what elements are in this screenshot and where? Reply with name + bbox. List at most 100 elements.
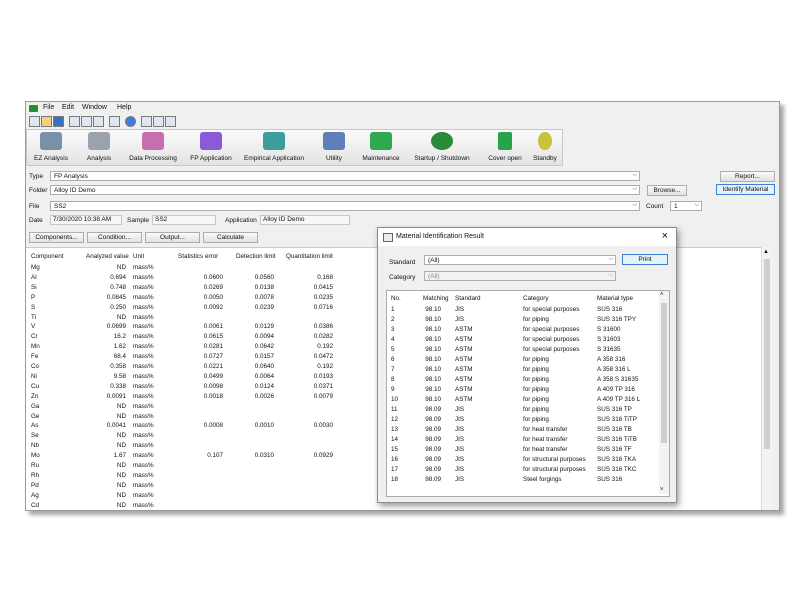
chevron-down-icon: ⌵ — [632, 186, 637, 192]
utility-label: Utility — [326, 155, 342, 162]
application-field: Alloy ID Demo — [260, 215, 350, 225]
table-cell: ND — [116, 481, 126, 489]
table-cell: 0.0615 — [203, 333, 223, 341]
table-cell: mass% — [133, 353, 154, 361]
cut-icon[interactable] — [69, 116, 80, 127]
table-cell: 0.0010 — [254, 422, 274, 430]
open-folder-icon[interactable] — [41, 116, 52, 127]
components-button[interactable]: Components... — [29, 232, 84, 243]
paste-icon[interactable] — [93, 116, 104, 127]
dialog-scrollbar[interactable]: ˄ ˅ — [659, 291, 669, 494]
list-cell: for piping — [523, 376, 549, 383]
vertical-scrollbar[interactable]: ▲ — [761, 247, 772, 510]
info-icon[interactable] — [125, 116, 136, 127]
table-cell: mass% — [133, 422, 154, 430]
output-button[interactable]: Output... — [145, 232, 200, 243]
list-cell: 6 — [391, 356, 395, 363]
dialog-scroll-thumb[interactable] — [661, 303, 667, 443]
cover-open-label: Cover open — [488, 155, 522, 162]
dialog-window-icon — [383, 233, 393, 242]
maintenance-label: Maintenance — [362, 155, 400, 162]
scroll-up-icon[interactable]: ˄ — [660, 292, 664, 298]
list-cell: SUS 316 TB — [597, 426, 632, 433]
print-icon[interactable] — [109, 116, 120, 127]
file-select[interactable]: SS2 ⌵ — [50, 201, 640, 211]
utility-button[interactable]: Utility — [314, 130, 354, 165]
startup-shutdown-button[interactable]: Startup / Shutdown — [410, 130, 474, 165]
ez-analysis-button[interactable]: EZ Analysis — [29, 130, 73, 165]
save-icon[interactable] — [53, 116, 64, 127]
analysis-button[interactable]: Analysis — [79, 130, 119, 165]
data-processing-label: Data Processing — [129, 155, 177, 162]
close-icon[interactable]: × — [662, 230, 668, 242]
table-cell: 0.0094 — [254, 333, 274, 341]
folder-select[interactable]: Alloy ID Demo ⌵ — [50, 185, 640, 195]
dialog-standard-select[interactable]: (All) ⌵ — [424, 255, 616, 265]
list-cell: JIS — [455, 316, 465, 323]
list-cell: 15 — [391, 446, 399, 453]
table-cell: Se — [31, 432, 39, 440]
cover-open-icon — [498, 132, 512, 150]
cover-open-button[interactable]: Cover open — [485, 130, 525, 165]
table-cell: Cr — [31, 333, 38, 341]
list-cell: for piping — [523, 316, 549, 323]
empirical-application-button[interactable]: Empirical Application — [241, 130, 307, 165]
print-button[interactable]: Print — [622, 254, 668, 265]
table-cell: 0.0415 — [313, 283, 333, 291]
list-cell: 98.10 — [425, 356, 441, 363]
menu-help[interactable]: Help — [117, 104, 131, 111]
identify-material-button[interactable]: Identify Material — [716, 184, 775, 195]
count-select[interactable]: 1 ⌵ — [670, 201, 702, 211]
window-tile-icon[interactable] — [153, 116, 164, 127]
sample-label: Sample — [127, 217, 150, 224]
report-button[interactable]: Report... — [720, 171, 775, 182]
table-cell: V — [31, 323, 36, 331]
window-cascade-icon[interactable] — [141, 116, 152, 127]
scroll-down-icon[interactable]: ˅ — [660, 487, 664, 493]
table-cell: 1.62 — [113, 343, 126, 351]
data-processing-icon — [142, 132, 164, 150]
scroll-thumb[interactable] — [764, 259, 770, 449]
list-cell: 98.09 — [425, 436, 441, 443]
col-material-type: Material type — [597, 295, 634, 302]
copy-icon[interactable] — [81, 116, 92, 127]
table-cell: 1.67 — [113, 452, 126, 460]
list-cell: S 31600 — [597, 326, 621, 333]
table-cell: mass% — [133, 501, 154, 509]
menu-edit[interactable]: Edit — [62, 104, 74, 111]
table-cell: 0.0281 — [203, 343, 223, 351]
window-list-icon[interactable] — [165, 116, 176, 127]
maintenance-button[interactable]: Maintenance — [358, 130, 404, 165]
type-select[interactable]: FP Analysis ⌵ — [50, 171, 640, 181]
condition-button[interactable]: Condition... — [87, 232, 142, 243]
type-label: Type — [29, 173, 44, 180]
col-no: No. — [391, 295, 401, 302]
table-cell: mass% — [133, 363, 154, 370]
data-processing-button[interactable]: Data Processing — [126, 130, 180, 165]
table-cell: 0.192 — [317, 343, 333, 351]
menu-window[interactable]: Window — [82, 104, 107, 111]
dialog-category-select[interactable]: (All) ⌵ — [424, 271, 616, 281]
match-list[interactable]: No. Matching Standard Category Material … — [386, 290, 670, 497]
calculate-button[interactable]: Calculate — [203, 232, 258, 243]
menu-file[interactable]: File — [43, 104, 54, 111]
empirical-application-icon — [263, 132, 285, 150]
list-cell: JIS — [455, 456, 465, 463]
table-cell: Cd — [31, 501, 40, 509]
table-cell: 0.748 — [110, 283, 126, 291]
table-cell: 0.0008 — [203, 422, 223, 430]
table-cell: mass% — [133, 303, 154, 311]
col-category: Category — [523, 295, 549, 302]
list-cell: ASTM — [455, 386, 473, 393]
list-cell: SUS 316 TP — [597, 406, 632, 413]
table-cell: Mg — [31, 264, 40, 271]
fp-application-button[interactable]: FP Application — [186, 130, 236, 165]
browse-button[interactable]: Browse... — [647, 185, 687, 196]
scroll-up-icon[interactable]: ▲ — [763, 249, 769, 255]
list-cell: SUS 316 TiTP — [597, 416, 637, 423]
list-cell: A 409 TP 316 — [597, 386, 635, 393]
new-file-icon[interactable] — [29, 116, 40, 127]
list-cell: for heat transfer — [523, 436, 568, 443]
list-cell: ASTM — [455, 366, 473, 373]
standby-button[interactable]: Standby — [529, 130, 561, 165]
